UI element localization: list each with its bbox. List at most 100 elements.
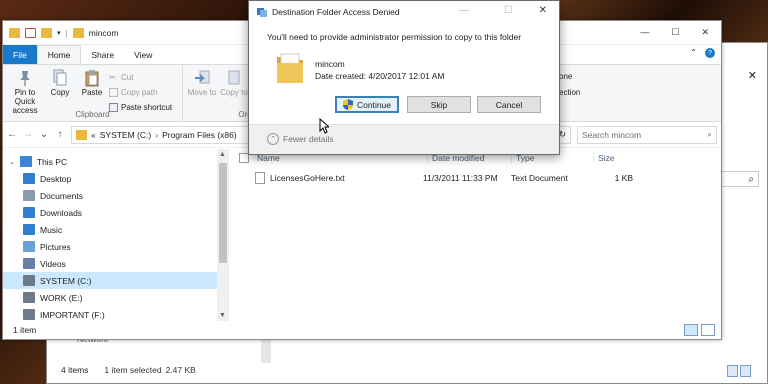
tab-view[interactable]: View	[124, 45, 162, 64]
window-folder-icon	[72, 27, 84, 38]
scroll-thumb[interactable]	[219, 163, 227, 263]
folder-icon	[9, 27, 20, 38]
fewer-details-toggle[interactable]: ⌃ Fewer details	[267, 133, 334, 145]
mouse-cursor-icon	[319, 118, 329, 134]
breadcrumb-separator[interactable]: ›	[155, 130, 158, 140]
nav-label: Desktop	[40, 173, 72, 184]
title-separator: |	[65, 27, 68, 38]
help-icon[interactable]: ?	[705, 48, 715, 58]
close-button[interactable]: ✕	[701, 27, 709, 38]
paste-label: Paste	[81, 88, 103, 97]
item-count: 4 items	[61, 365, 89, 375]
details-view-icon[interactable]	[684, 324, 698, 336]
select-partial-label[interactable]: ection	[559, 85, 580, 101]
drive-icon	[23, 309, 35, 320]
nav-label: Documents	[40, 190, 83, 201]
tab-home[interactable]: Home	[36, 45, 82, 64]
nav-item-music[interactable]: Music	[23, 221, 237, 238]
properties-icon[interactable]	[25, 27, 36, 38]
copy-to-icon	[228, 70, 240, 85]
recent-locations-button[interactable]: ⌄	[39, 129, 49, 140]
move-to-label: Move to	[187, 88, 217, 97]
cut-button[interactable]: ✂ Cut	[109, 70, 172, 84]
search-input[interactable]: Search mincom ⌕	[577, 125, 717, 144]
status-bar: 1 item	[3, 321, 721, 339]
quick-access-dropdown-icon[interactable]: ▾	[57, 29, 61, 37]
copy-label: Copy	[50, 88, 70, 97]
back-button[interactable]: ←	[7, 129, 17, 140]
scroll-up-icon[interactable]: ▲	[219, 151, 226, 158]
drive-icon	[23, 292, 35, 303]
file-date: 11/3/2011 11:33 PM	[423, 173, 498, 183]
organize-group: Move to Copy to Org	[183, 65, 253, 121]
nav-item-this-pc[interactable]: ⌄ This PC	[9, 153, 223, 170]
nav-item-work-e[interactable]: WORK (E:)	[23, 289, 237, 306]
up-button[interactable]: ↑	[55, 129, 65, 140]
nav-label: Pictures	[40, 241, 71, 252]
search-icon: ⌕	[748, 174, 754, 185]
search-placeholder: Search mincom	[582, 129, 642, 140]
nav-label: WORK (E:)	[40, 292, 83, 303]
navigation-pane: ⌄ This PC Desktop Documents Downloads Mu…	[3, 149, 229, 321]
folder-icon	[277, 53, 303, 83]
cut-label: Cut	[121, 72, 134, 82]
folder-date-created: Date created: 4/20/2017 12:01 AM	[315, 71, 445, 81]
background-view-toggle[interactable]	[727, 365, 751, 377]
new-folder-icon[interactable]	[41, 27, 52, 38]
pictures-icon	[23, 241, 35, 252]
clipboard-group: Pin to Quick access Copy Paste ✂ Cut Copy…	[3, 65, 183, 121]
large-icons-view-icon[interactable]	[701, 324, 715, 336]
drive-icon	[23, 275, 35, 286]
dialog-maximize-button[interactable]: ☐	[504, 5, 513, 16]
forward-button[interactable]: →	[23, 129, 33, 140]
nav-label: Music	[40, 224, 63, 235]
nav-item-downloads[interactable]: Downloads	[23, 204, 237, 221]
dialog-title: Destination Folder Access Denied	[272, 7, 400, 17]
nav-label: Videos	[40, 258, 66, 269]
folder-info: mincom Date created: 4/20/2017 12:01 AM	[315, 58, 444, 82]
skip-button[interactable]: Skip	[407, 96, 471, 113]
breadcrumb-system-c[interactable]: SYSTEM (C:)	[100, 130, 151, 140]
cancel-button[interactable]: Cancel	[477, 96, 541, 113]
continue-button[interactable]: Continue	[335, 96, 399, 113]
dialog-close-button[interactable]: ✕	[539, 5, 547, 16]
nav-item-system-c[interactable]: SYSTEM (C:)	[3, 272, 217, 289]
path-overflow[interactable]: «	[91, 130, 96, 140]
copy-to-label: Copy to	[220, 88, 248, 97]
nav-item-videos[interactable]: Videos	[23, 255, 237, 272]
tab-share[interactable]: Share	[81, 45, 124, 64]
nav-scrollbar[interactable]: ▲ ▼	[217, 149, 229, 321]
copy-path-label: Copy path	[121, 87, 158, 97]
minimize-button[interactable]: —	[640, 27, 649, 38]
move-to-button[interactable]: Move to	[187, 69, 217, 121]
close-icon[interactable]: ✕	[748, 69, 757, 82]
scroll-down-icon[interactable]: ▼	[219, 312, 226, 319]
ribbon-partial-right: one ection	[559, 69, 580, 101]
expand-icon[interactable]: ⌄	[9, 158, 15, 166]
nav-label: IMPORTANT (F:)	[40, 309, 105, 320]
column-size[interactable]: Size	[593, 153, 653, 163]
window-title: mincom	[88, 27, 119, 38]
nav-label: This PC	[36, 156, 68, 167]
new-item-partial-label[interactable]: one	[559, 69, 580, 85]
file-row[interactable]: LicensesGoHere.txt 11/3/2011 11:33 PM Te…	[229, 169, 721, 187]
continue-label: Continue	[356, 99, 392, 110]
dialog-message: You'll need to provide administrator per…	[267, 32, 522, 42]
nav-item-documents[interactable]: Documents	[23, 187, 237, 204]
copy-path-button[interactable]: Copy path	[109, 85, 172, 99]
downloads-icon	[23, 207, 35, 218]
maximize-button[interactable]: ☐	[671, 27, 679, 38]
desktop-icon	[23, 173, 35, 184]
clipboard-group-label: Clipboard	[75, 110, 110, 119]
file-name: LicensesGoHere.txt	[270, 173, 345, 183]
collapse-ribbon-icon[interactable]: ⌃	[690, 48, 697, 58]
dialog-minimize-button[interactable]: —	[459, 5, 469, 16]
selected-size: 2.47 KB	[165, 365, 196, 375]
breadcrumb-program-files[interactable]: Program Files (x86)	[162, 130, 237, 140]
tab-file[interactable]: File	[3, 45, 37, 64]
uac-shield-icon	[342, 99, 353, 110]
nav-item-desktop[interactable]: Desktop	[23, 170, 237, 187]
background-status-bar: 4 items 1 item selected 2.47 KB	[61, 365, 761, 375]
dialog-title-bar: Destination Folder Access Denied — ☐ ✕	[249, 1, 559, 23]
nav-item-pictures[interactable]: Pictures	[23, 238, 237, 255]
